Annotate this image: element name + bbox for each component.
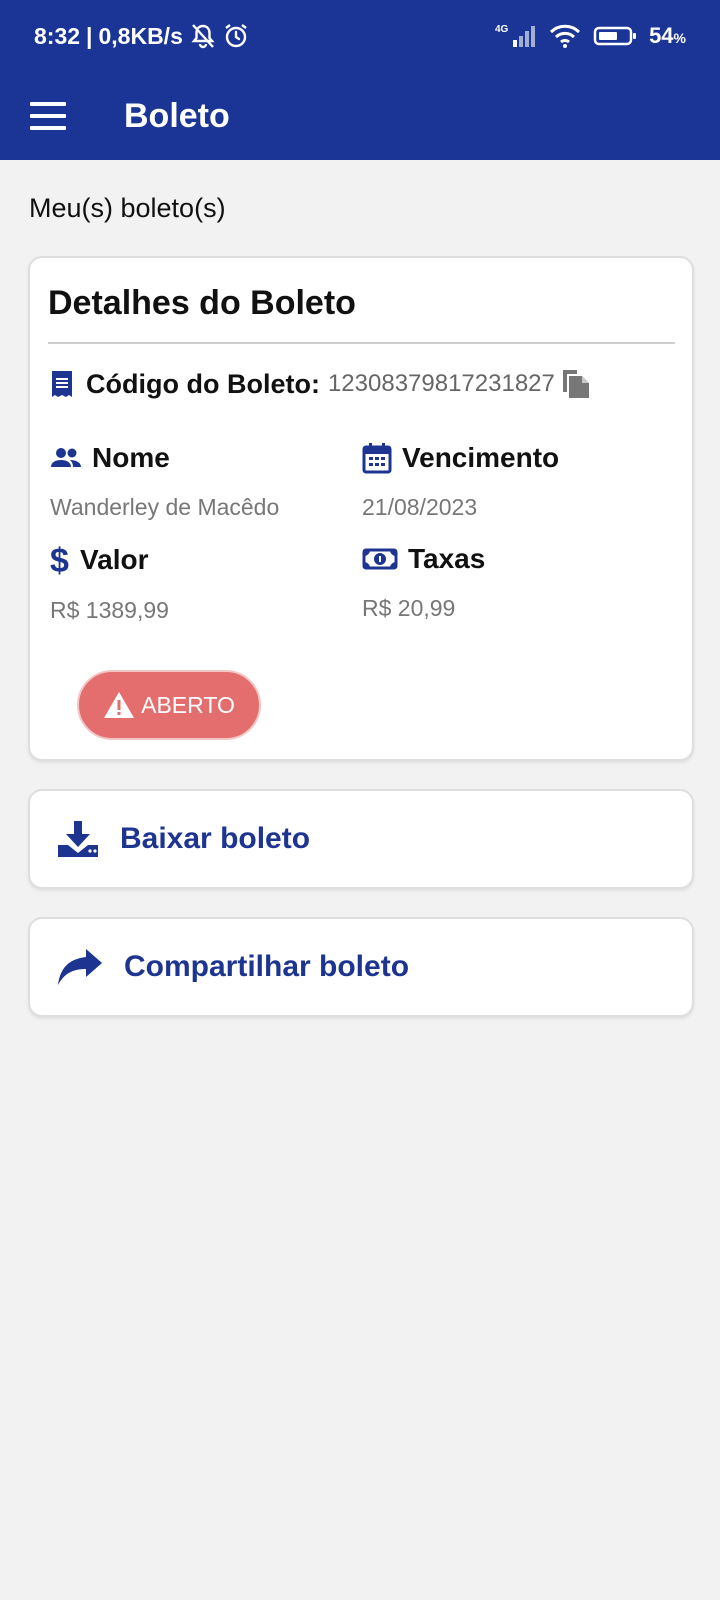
share-label: Compartilhar boleto — [124, 950, 410, 983]
field-taxas: Taxas R$ 20,99 — [362, 543, 485, 622]
wifi-icon — [549, 24, 581, 48]
app-bar-title: Boleto — [124, 96, 230, 135]
alarm-icon — [223, 23, 249, 49]
battery-icon — [593, 25, 637, 47]
status-text: ABERTO — [141, 691, 235, 718]
dollar-icon: $ — [50, 543, 70, 577]
section-label: Meu(s) boleto(s) — [29, 193, 226, 223]
app-bar: Boleto — [0, 72, 720, 160]
calendar-icon — [362, 442, 392, 474]
receipt-icon — [50, 370, 74, 398]
share-icon — [56, 947, 104, 987]
download-icon — [56, 819, 100, 859]
valor-label: Valor — [80, 544, 149, 575]
code-label: Código do Boleto: — [86, 368, 320, 399]
nome-value: Wanderley de Macêdo — [50, 494, 280, 520]
boleto-details-card: Detalhes do Boleto Código do Boleto: 123… — [28, 256, 694, 761]
divider — [48, 342, 675, 344]
field-vencimento: Vencimento 21/08/2023 — [362, 442, 559, 521]
warning-icon — [103, 691, 135, 719]
field-valor: $ Valor R$ 1389,99 — [50, 543, 169, 624]
vencimento-value: 21/08/2023 — [362, 494, 478, 520]
status-time: 8:32 — [34, 22, 81, 49]
download-label: Baixar boleto — [120, 822, 311, 855]
status-badge: ABERTO — [77, 670, 261, 740]
money-icon — [362, 547, 398, 571]
battery-level: 54% — [649, 23, 686, 48]
network-type: 4G — [495, 24, 509, 35]
svg-text:$: $ — [50, 543, 69, 577]
status-bar-left: 8:32 | 0,8KB/s — [34, 23, 249, 50]
details-title: Detalhes do Boleto — [48, 284, 356, 322]
valor-value: R$ 1389,99 — [50, 597, 169, 623]
status-speed: 0,8KB/s — [98, 22, 183, 49]
bell-muted-icon — [189, 23, 217, 49]
nome-label: Nome — [92, 442, 170, 473]
people-icon — [50, 447, 82, 469]
code-value: 12308379817231827 — [327, 370, 555, 397]
field-nome: Nome Wanderley de Macêdo — [50, 442, 279, 521]
status-separator: | — [86, 22, 93, 49]
signal-icon: 4G — [495, 23, 537, 49]
share-boleto-button[interactable]: Compartilhar boleto — [28, 917, 694, 1017]
vencimento-label: Vencimento — [402, 442, 560, 473]
status-bar: 8:32 | 0,8KB/s 4G 54% — [0, 0, 720, 72]
boleto-code-row: Código do Boleto: 12308379817231827 — [50, 368, 591, 400]
copy-icon[interactable] — [561, 368, 591, 400]
status-bar-right: 4G 54% — [495, 23, 686, 49]
menu-icon[interactable] — [30, 102, 66, 130]
taxas-value: R$ 20,99 — [362, 595, 456, 621]
download-boleto-button[interactable]: Baixar boleto — [28, 789, 694, 889]
taxas-label: Taxas — [408, 543, 486, 574]
